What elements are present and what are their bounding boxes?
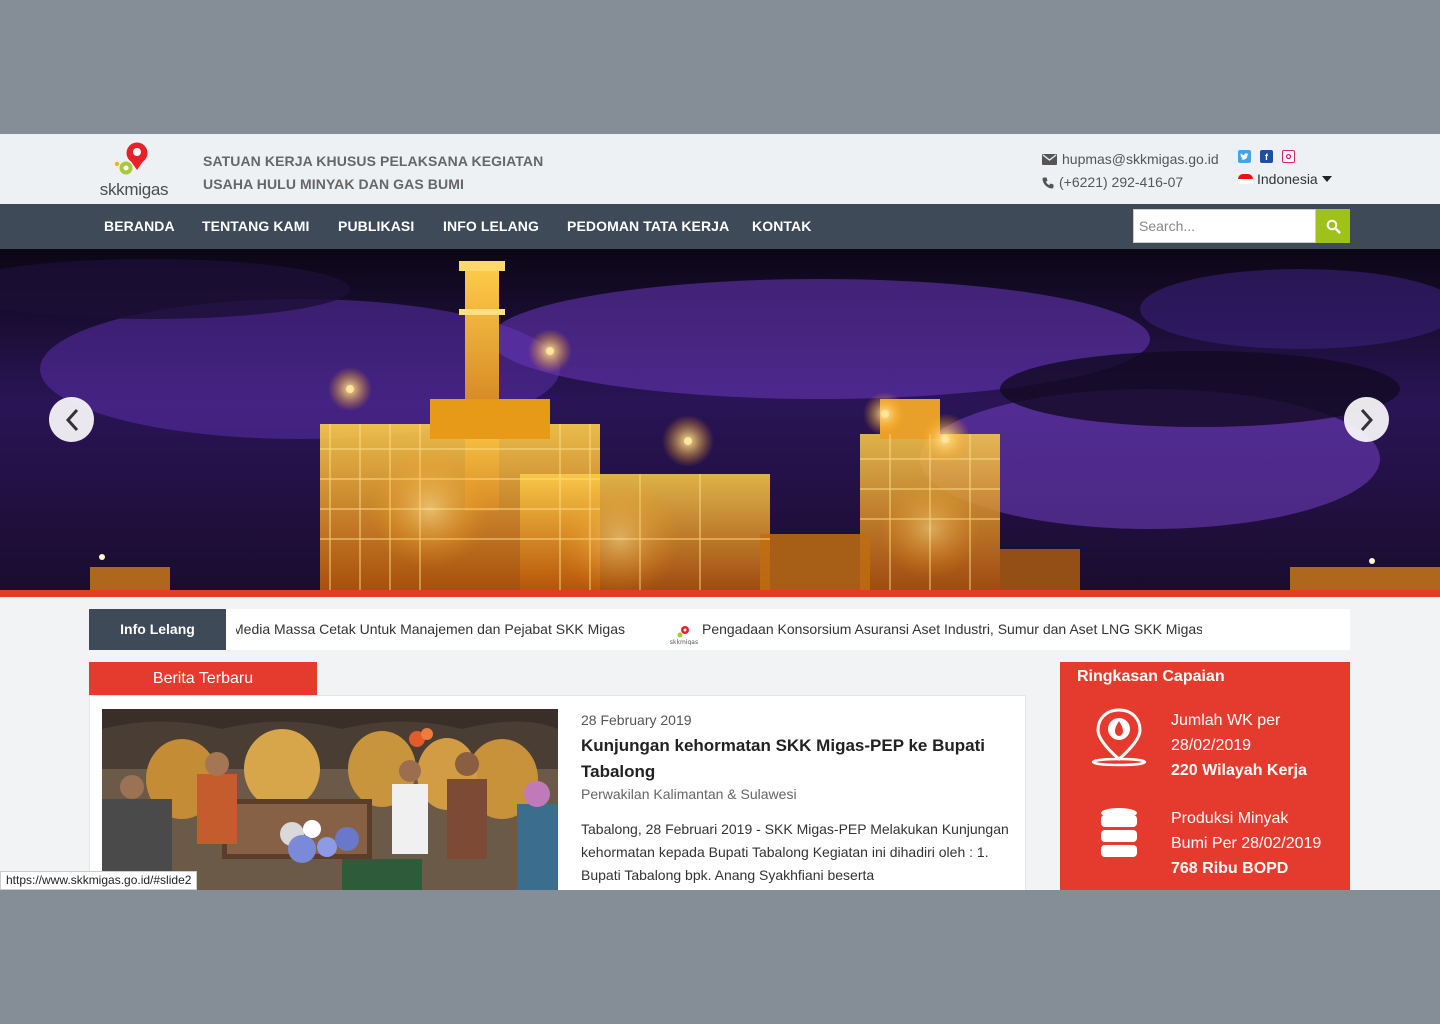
browser-status-url: https://www.skkmigas.go.id/#slide2: [0, 871, 198, 890]
caret-down-icon: [1321, 176, 1332, 182]
chevron-right-icon: [1360, 408, 1373, 431]
svg-text:skkmigas: skkmigas: [670, 639, 698, 645]
indonesia-flag-icon: [1238, 174, 1253, 184]
slider-prev-button[interactable]: [49, 397, 94, 442]
agency-line1: SATUAN KERJA KHUSUS PELAKSANA KEGIATAN: [203, 153, 544, 169]
hero-slider: [0, 249, 1440, 590]
news-date: 28 February 2019: [581, 712, 692, 728]
summary-title: Ringkasan Capaian: [1077, 668, 1225, 685]
social-links: f: [1238, 150, 1295, 163]
nav-kontak[interactable]: KONTAK: [752, 204, 811, 249]
envelope-icon: [1042, 154, 1057, 165]
facebook-icon[interactable]: f: [1260, 150, 1273, 163]
summary-produksi-value: 768 Ribu BOPD: [1171, 860, 1289, 877]
logo-mark-icon: [114, 142, 148, 175]
berita-terbaru-tab[interactable]: Berita Terbaru: [89, 662, 317, 696]
nav-publikasi[interactable]: PUBLIKASI: [338, 204, 414, 249]
info-lelang-ticker: Info Lelang Media Massa Cetak Untuk Mana…: [89, 609, 1350, 650]
news-region: Perwakilan Kalimantan & Sulawesi: [581, 786, 797, 802]
ticker-track: Media Massa Cetak Untuk Manajemen dan Pe…: [236, 609, 1202, 650]
phone-icon: [1042, 177, 1054, 188]
news-title[interactable]: Kunjungan kehormatan SKK Migas-PEP ke Bu…: [581, 733, 1001, 785]
news-card[interactable]: 28 February 2019 Kunjungan kehormatan SK…: [89, 695, 1026, 890]
main-navigation: BERANDA TENTANG KAMI PUBLIKASI INFO LELA…: [0, 204, 1440, 249]
summary-wk-value: 220 Wilayah Kerja: [1171, 762, 1307, 779]
oil-barrel-icon: [1101, 808, 1137, 857]
summary-wk-line2: 28/02/2019: [1171, 737, 1252, 754]
logo-text: skkmigas: [99, 180, 169, 199]
news-photo[interactable]: [102, 709, 558, 890]
twitter-icon[interactable]: [1238, 150, 1251, 163]
skkmigas-logo[interactable]: skkmigas: [88, 140, 180, 200]
browser-viewport: skkmigas SATUAN KERJA KHUSUS PELAKSANA K…: [0, 134, 1440, 890]
language-selector[interactable]: Indonesia: [1238, 171, 1332, 187]
hero-accent-strip: [0, 590, 1440, 597]
ringkasan-capaian-panel: Ringkasan Capaian Jumlah WK per 28/02/20…: [1060, 662, 1350, 890]
agency-line2: USAHA HULU MINYAK DAN GAS BUMI: [203, 176, 464, 192]
agency-name: SATUAN KERJA KHUSUS PELAKSANA KEGIATAN U…: [203, 150, 543, 196]
summary-wk-line1: Jumlah WK per: [1171, 712, 1281, 729]
meeting-photo-image: [102, 709, 558, 890]
nav-pedoman-tata-kerja[interactable]: PEDOMAN TATA KERJA: [567, 204, 729, 249]
summary-item-wk: Jumlah WK per 28/02/2019 220 Wilayah Ker…: [1171, 708, 1307, 783]
chevron-left-icon: [65, 408, 78, 431]
contact-info: hupmas@skkmigas.go.id (+6221) 292-416-07: [1042, 148, 1219, 194]
nav-beranda[interactable]: BERANDA: [104, 204, 175, 249]
summary-produksi-line2: Bumi Per 28/02/2019: [1171, 835, 1322, 852]
phone-number: (+6221) 292-416-07: [1059, 174, 1184, 190]
slider-next-button[interactable]: [1344, 397, 1389, 442]
skkmigas-mini-logo-icon: skkmigas: [669, 620, 699, 646]
nav-tentang-kami[interactable]: TENTANG KAMI: [202, 204, 310, 249]
refinery-night-image: [0, 249, 1440, 590]
ticker-label: Info Lelang: [89, 609, 226, 650]
search-button[interactable]: [1316, 209, 1350, 243]
summary-produksi-line1: Produksi Minyak: [1171, 810, 1289, 827]
language-label: Indonesia: [1257, 171, 1318, 187]
ticker-item[interactable]: Media Massa Cetak Untuk Manajemen dan Pe…: [236, 609, 625, 650]
search-icon: [1326, 219, 1341, 234]
summary-item-produksi: Produksi Minyak Bumi Per 28/02/2019 768 …: [1171, 806, 1321, 881]
instagram-icon[interactable]: [1282, 150, 1295, 163]
email-link[interactable]: hupmas@skkmigas.go.id: [1062, 148, 1219, 171]
search-input[interactable]: [1133, 209, 1316, 243]
ticker-item[interactable]: Pengadaan Konsorsium Asuransi Aset Indus…: [702, 609, 1202, 650]
site-header: skkmigas SATUAN KERJA KHUSUS PELAKSANA K…: [0, 134, 1440, 204]
location-drop-icon: [1091, 708, 1147, 767]
news-excerpt: Tabalong, 28 Februari 2019 - SKK Migas-P…: [581, 821, 1009, 883]
nav-info-lelang[interactable]: INFO LELANG: [443, 204, 539, 249]
